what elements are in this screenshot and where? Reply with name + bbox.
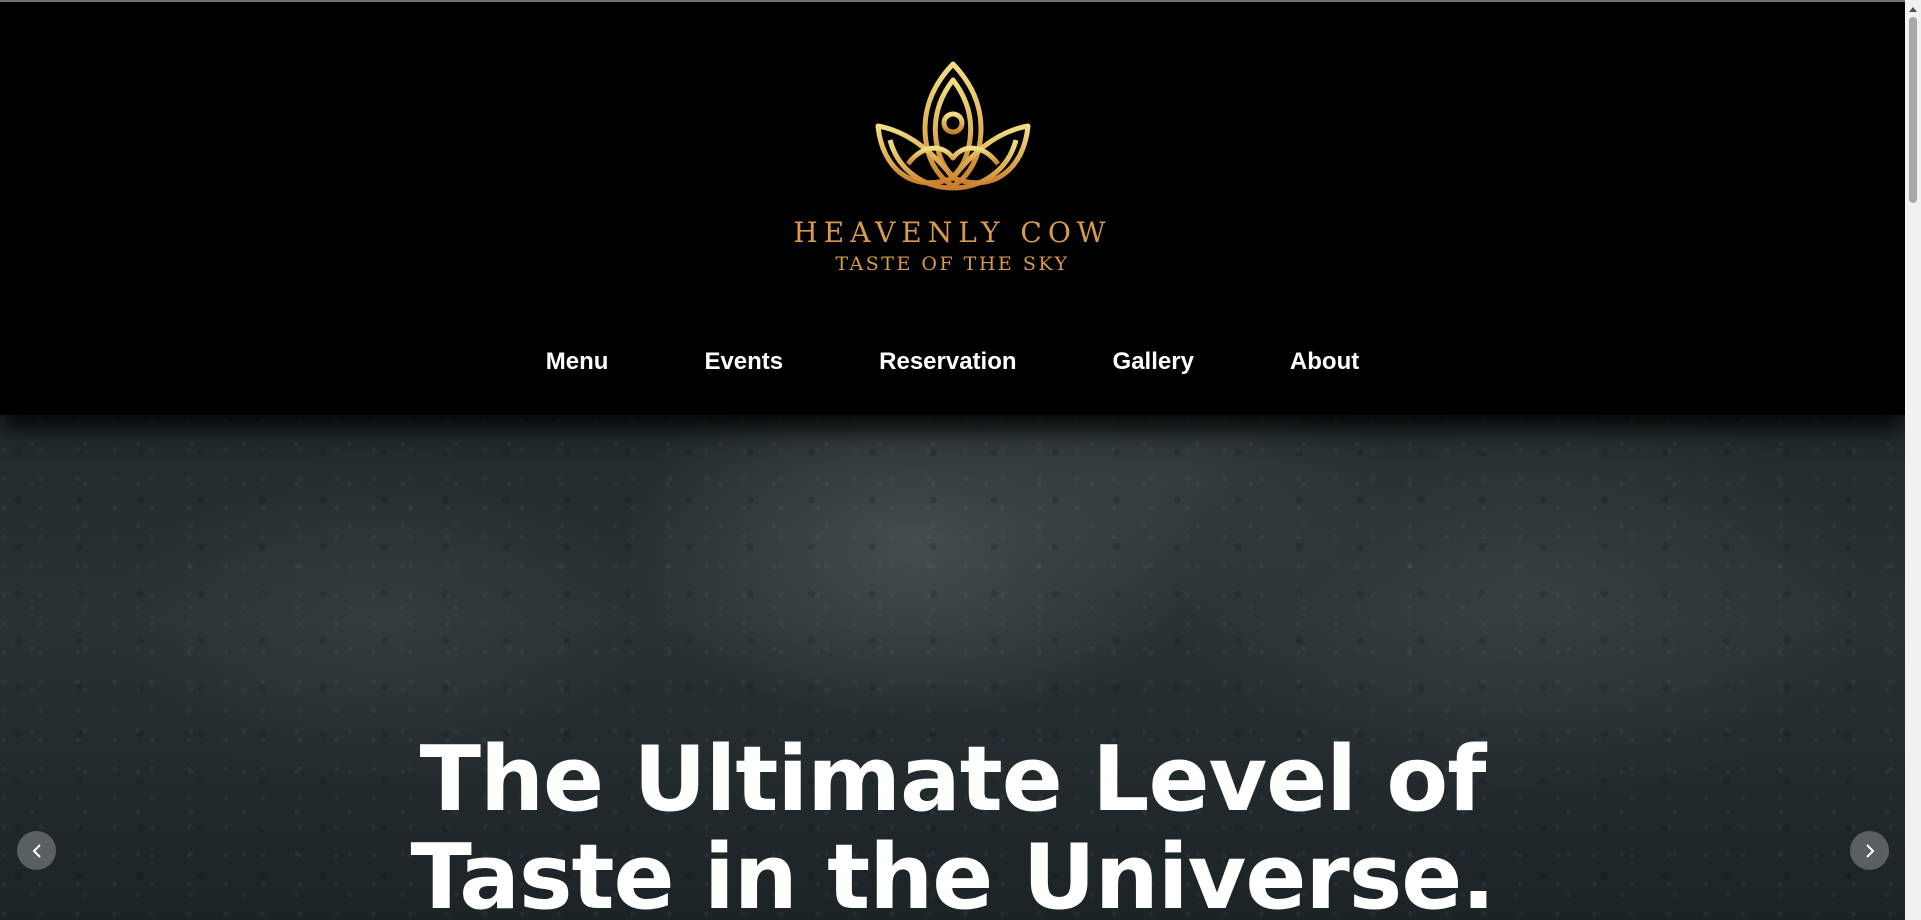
brand-logo[interactable]: HEAVENLY COW TASTE OF THE SKY — [788, 60, 1118, 275]
brand-name: HEAVENLY COW — [793, 216, 1112, 249]
nav-item-reservation[interactable]: Reservation — [879, 348, 1016, 376]
slider-prev-button[interactable] — [17, 831, 56, 870]
hero-heading-line-1: The Ultimate Level of — [419, 727, 1487, 832]
slider-next-button[interactable] — [1850, 831, 1889, 870]
page-viewport: HEAVENLY COW TASTE OF THE SKY Menu Event… — [0, 0, 1905, 920]
hero-heading-line-2: Taste in the Universe. — [410, 825, 1495, 920]
hero-heading: The Ultimate Level of Taste in the Unive… — [0, 731, 1905, 920]
chevron-right-icon — [1865, 843, 1874, 858]
nav-item-events[interactable]: Events — [704, 348, 783, 376]
lotus-icon — [875, 61, 1030, 191]
site-header: HEAVENLY COW TASTE OF THE SKY Menu Event… — [0, 2, 1905, 415]
scroll-up-button[interactable] — [1905, 0, 1921, 17]
nav-item-about[interactable]: About — [1290, 348, 1359, 376]
chevron-left-icon — [32, 843, 41, 858]
nav-item-gallery[interactable]: Gallery — [1113, 348, 1194, 376]
hero-slider: The Ultimate Level of Taste in the Unive… — [0, 415, 1905, 920]
main-nav: Menu Events Reservation Gallery About — [0, 348, 1905, 376]
page-scrollbar[interactable] — [1905, 0, 1921, 920]
brand-tagline: TASTE OF THE SKY — [835, 253, 1070, 275]
scroll-up-arrow-icon — [1909, 6, 1917, 12]
scrollbar-thumb[interactable] — [1909, 17, 1917, 203]
nav-item-menu[interactable]: Menu — [546, 348, 609, 376]
